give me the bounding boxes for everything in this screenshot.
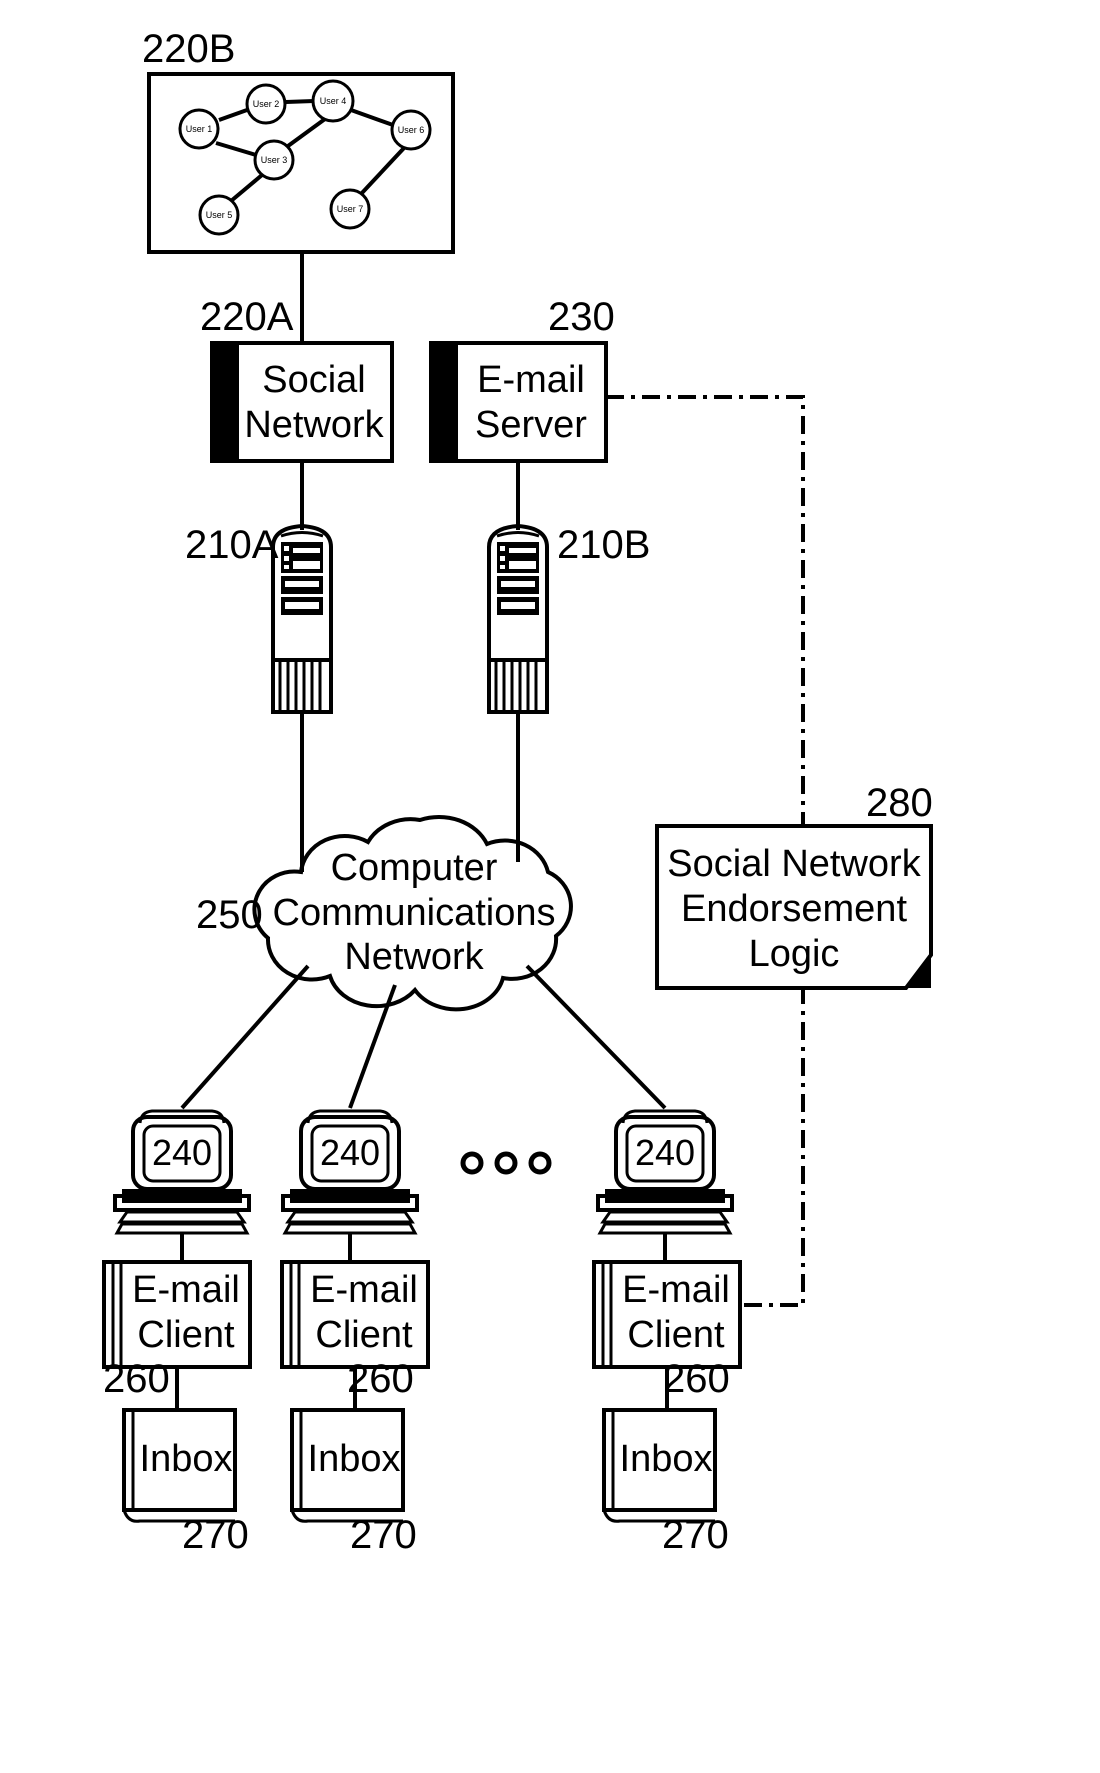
inbox-box-1[interactable]: Inbox	[122, 1408, 237, 1523]
email-client-box-2[interactable]: E-mail Client	[280, 1260, 430, 1369]
edge-u2-u4	[285, 99, 315, 104]
ellipsis-dot-2	[494, 1151, 518, 1175]
client-monitor-3-label: 240	[635, 1132, 695, 1173]
server-tower-210b[interactable]	[487, 523, 549, 714]
server-210b-grille	[487, 658, 549, 714]
graph-node-user-1-label: User 1	[186, 124, 213, 134]
email-client-1-line2: Client	[137, 1314, 235, 1356]
patent-figure-svg: 220B User 1 User 2 User 3 User 4 User 5 …	[102, 27, 933, 1557]
server-210a-grille	[271, 658, 333, 714]
server-tower-210a[interactable]	[271, 523, 333, 714]
email-client-2-line2: Client	[315, 1314, 413, 1356]
client-monitor-2[interactable]: 240	[281, 1109, 419, 1262]
inbox-2-label: Inbox	[308, 1438, 401, 1480]
email-client-box-1[interactable]: E-mail Client	[102, 1260, 252, 1369]
cloud-line2: Communications	[273, 892, 556, 934]
link-cloud-to-client-3	[525, 964, 667, 1110]
ref-260-1: 260	[103, 1357, 170, 1401]
link-cloud-to-client-1	[180, 964, 310, 1110]
email-client-3-line1: E-mail	[622, 1269, 730, 1311]
ref-210a: 210A	[185, 523, 279, 567]
email-client-box-3[interactable]: E-mail Client	[592, 1260, 742, 1369]
ref-270-1: 270	[182, 1513, 249, 1557]
client-monitor-1[interactable]: 240	[113, 1109, 251, 1262]
ref-220b: 220B	[142, 27, 235, 71]
endorsement-line1: Social Network	[667, 843, 921, 885]
dashdot-link-endorsement-to-email-client	[740, 986, 805, 1307]
ref-260-3: 260	[663, 1357, 730, 1401]
graph-node-user-3-label: User 3	[261, 155, 288, 165]
ref-230: 230	[548, 295, 615, 339]
email-client-3-line2: Client	[627, 1314, 725, 1356]
ref-260-2: 260	[347, 1357, 414, 1401]
email-server-box-line1: E-mail	[477, 359, 585, 401]
dashdot-link-email-server-to-endorsement	[606, 395, 805, 826]
email-server-box-spine	[431, 343, 458, 461]
client-monitor-3[interactable]: 240	[596, 1109, 734, 1262]
ref-270-2: 270	[350, 1513, 417, 1557]
inbox-box-2[interactable]: Inbox	[290, 1408, 405, 1523]
ellipsis-dots	[460, 1151, 552, 1175]
cloud-line3: Network	[344, 936, 484, 978]
ellipsis-dot-1	[460, 1151, 484, 1175]
email-client-2-line1: E-mail	[310, 1269, 418, 1311]
social-network-box-line2: Network	[244, 404, 384, 446]
endorsement-line2: Endorsement	[681, 888, 907, 930]
inbox-1-label: Inbox	[140, 1438, 233, 1480]
graph-node-user-5-label: User 5	[206, 210, 233, 220]
email-server-box-line2: Server	[475, 404, 587, 446]
graph-node-user-4-label: User 4	[320, 96, 347, 106]
ref-270-3: 270	[662, 1513, 729, 1557]
client-monitor-2-label: 240	[320, 1132, 380, 1173]
graph-node-user-6-label: User 6	[398, 125, 425, 135]
endorsement-line3: Logic	[749, 933, 840, 975]
cloud-line1: Computer	[331, 847, 498, 889]
inbox-box-3[interactable]: Inbox	[602, 1408, 717, 1523]
graph-node-user-7-label: User 7	[337, 204, 364, 214]
client-monitor-1-label: 240	[152, 1132, 212, 1173]
ref-210b: 210B	[557, 523, 650, 567]
graph-node-user-2-label: User 2	[253, 99, 280, 109]
email-client-1-line1: E-mail	[132, 1269, 240, 1311]
ref-220a: 220A	[200, 295, 294, 339]
ellipsis-dot-3	[528, 1151, 552, 1175]
figure-canvas: 220B User 1 User 2 User 3 User 4 User 5 …	[0, 0, 1100, 1773]
ref-250: 250	[196, 893, 263, 937]
social-network-box-spine	[212, 343, 239, 461]
ref-280: 280	[866, 781, 933, 825]
inbox-3-label: Inbox	[620, 1438, 713, 1480]
social-network-box-line1: Social	[262, 359, 366, 401]
